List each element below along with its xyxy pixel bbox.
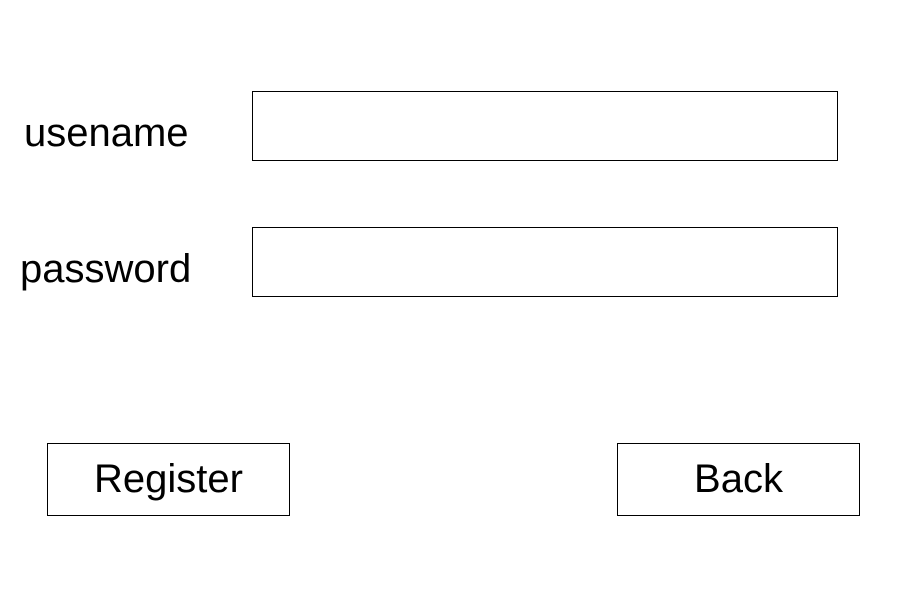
register-form: usename password Register Back <box>0 0 900 600</box>
register-button[interactable]: Register <box>47 443 290 516</box>
back-button[interactable]: Back <box>617 443 860 516</box>
username-field[interactable] <box>252 91 838 161</box>
username-label: usename <box>24 111 189 155</box>
password-label: password <box>20 247 192 291</box>
password-field[interactable] <box>252 227 838 297</box>
